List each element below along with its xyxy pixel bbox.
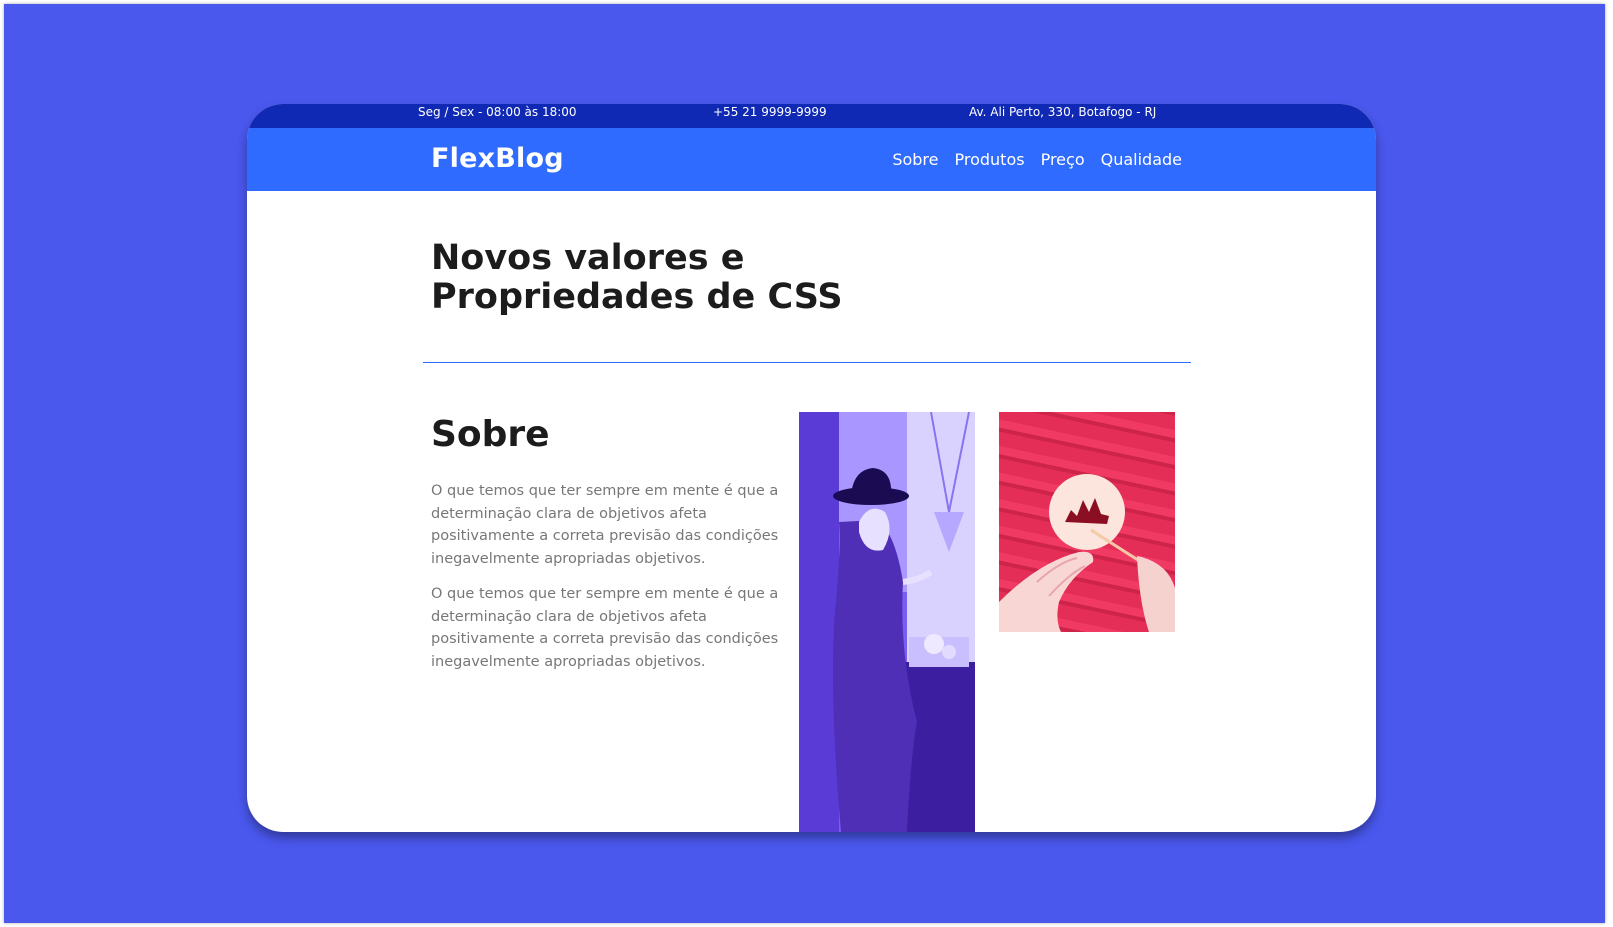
top-info-bar: Seg / Sex - 08:00 às 18:00 +55 21 9999-9… [247, 104, 1376, 128]
woman-in-hat-photo [799, 412, 975, 832]
page-title-line1: Novos valores e [431, 238, 745, 278]
section-divider [423, 362, 1191, 363]
main-navbar: FlexBlog Sobre Produtos Preço Qualidade [247, 128, 1376, 191]
page-title-line2: Propriedades de CSS [431, 277, 843, 317]
page-background: Seg / Sex - 08:00 às 18:00 +55 21 9999-9… [4, 4, 1605, 923]
phone-number: +55 21 9999-9999 [713, 105, 827, 119]
about-paragraph-2: O que temos que ter sempre em mente é qu… [431, 586, 779, 670]
about-paragraph-1: O que temos que ter sempre em mente é qu… [431, 483, 779, 567]
nav-link-qualidade[interactable]: Qualidade [1101, 150, 1182, 169]
nav-link-preco[interactable]: Preço [1041, 150, 1085, 169]
address: Av. Ali Perto, 330, Botafogo - RJ [969, 105, 1157, 119]
miniature-tree-painting-photo [999, 412, 1175, 632]
nav-link-sobre[interactable]: Sobre [892, 150, 938, 169]
about-heading: Sobre [431, 414, 550, 455]
nav-link-produtos[interactable]: Produtos [955, 150, 1025, 169]
page-title: Novos valores e Propriedades de CSS [431, 239, 951, 317]
nav-menu: Sobre Produtos Preço Qualidade [892, 150, 1182, 169]
opening-hours: Seg / Sex - 08:00 às 18:00 [418, 105, 577, 119]
browser-card: Seg / Sex - 08:00 às 18:00 +55 21 9999-9… [247, 104, 1376, 832]
brand-logo[interactable]: FlexBlog [431, 143, 564, 174]
